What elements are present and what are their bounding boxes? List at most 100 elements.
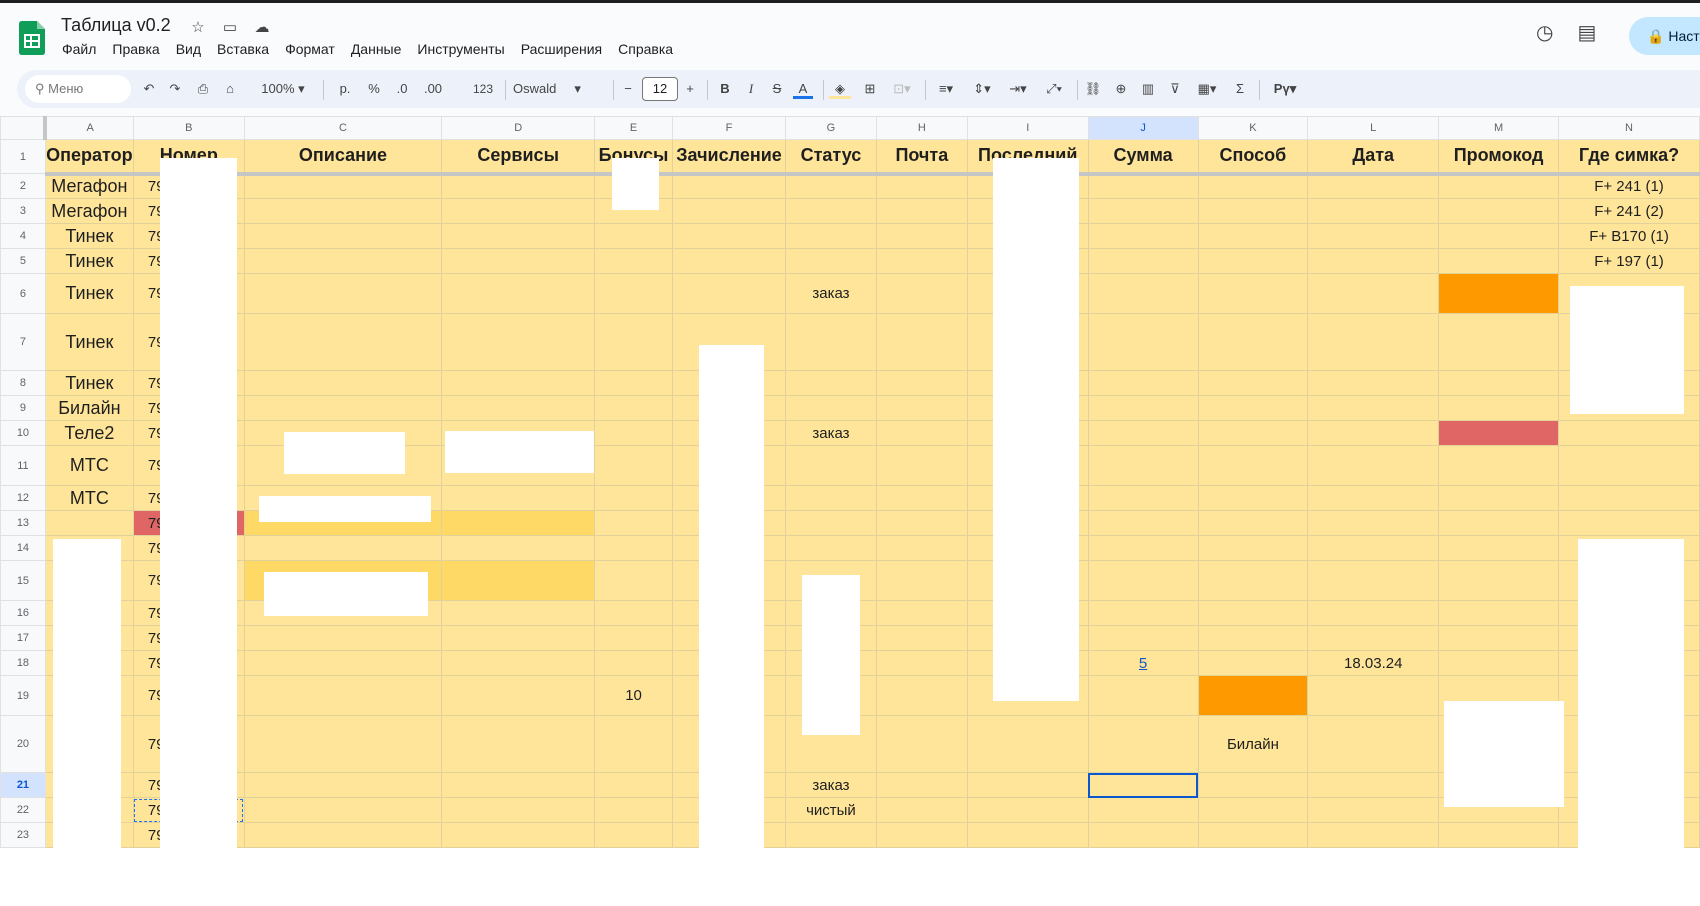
italic-button[interactable]: I	[741, 79, 761, 99]
cell-sum[interactable]	[1087, 173, 1199, 199]
cell-method[interactable]	[1197, 560, 1309, 601]
cell-promocode[interactable]	[1438, 485, 1559, 511]
row-number[interactable]: 21	[0, 772, 46, 798]
cell-sum[interactable]	[1087, 560, 1199, 601]
cell-bonuses[interactable]: 10	[594, 675, 674, 716]
cell-description[interactable]	[243, 198, 443, 224]
cell-promocode[interactable]	[1438, 313, 1559, 371]
cell-status[interactable]	[785, 313, 877, 371]
row-number[interactable]: 8	[0, 370, 46, 396]
menu-help[interactable]: Справка	[618, 41, 673, 57]
cell-promocode[interactable]	[1438, 273, 1559, 314]
cell-mail[interactable]	[875, 485, 968, 511]
sheets-logo-icon[interactable]	[19, 21, 45, 55]
row-number[interactable]: 15	[0, 560, 46, 601]
cell-method[interactable]	[1197, 248, 1309, 274]
cell-sum[interactable]	[1087, 248, 1199, 274]
insert-link-icon[interactable]: ⛓	[1083, 79, 1103, 99]
cell-date[interactable]	[1307, 395, 1440, 421]
cell-promocode[interactable]	[1438, 173, 1559, 199]
cell-promocode[interactable]	[1438, 395, 1559, 421]
menu-extensions[interactable]: Расширения	[521, 41, 602, 57]
cell-description[interactable]	[243, 650, 443, 676]
cell-sum[interactable]	[1087, 485, 1199, 511]
cell-promocode[interactable]	[1438, 420, 1559, 446]
column-header-a[interactable]: A	[44, 116, 134, 140]
cell-credit[interactable]	[672, 273, 786, 314]
menu-insert[interactable]: Вставка	[217, 41, 269, 57]
cell-sim-location[interactable]	[1558, 420, 1700, 446]
cell-mail[interactable]	[875, 510, 968, 536]
cell-mail[interactable]	[875, 370, 968, 396]
cell-date[interactable]	[1307, 273, 1440, 314]
cell-mail[interactable]	[875, 223, 968, 249]
cell-status[interactable]	[785, 445, 877, 486]
column-header-h[interactable]: H	[875, 116, 968, 140]
row-number[interactable]: 13	[0, 510, 46, 536]
cell-status[interactable]	[785, 248, 877, 274]
cell-operator[interactable]: Мегафон	[44, 173, 134, 199]
header-description[interactable]: Описание	[243, 139, 443, 176]
cell-description[interactable]	[243, 535, 443, 561]
cell-mail[interactable]	[875, 395, 968, 421]
row-number[interactable]: 5	[0, 248, 46, 274]
header-date[interactable]: Дата	[1307, 139, 1440, 176]
row-number[interactable]: 20	[0, 715, 46, 773]
cell-description[interactable]	[243, 395, 443, 421]
cell-method[interactable]	[1197, 535, 1309, 561]
font-select[interactable]: Oswald ▾	[513, 79, 603, 99]
cell-description[interactable]	[243, 772, 443, 798]
row-number[interactable]: 9	[0, 395, 46, 421]
cell-status[interactable]	[785, 485, 877, 511]
header-operator[interactable]: Оператор	[44, 139, 134, 176]
cell-date[interactable]	[1307, 173, 1440, 199]
cell-status[interactable]	[785, 370, 877, 396]
paint-format-icon[interactable]: ⌂	[220, 79, 240, 99]
cell-sim-location[interactable]: F+ 241 (1)	[1558, 173, 1700, 199]
cell-services[interactable]	[441, 395, 596, 421]
select-all-corner[interactable]	[0, 116, 48, 140]
cell-date[interactable]	[1307, 560, 1440, 601]
cell-credit[interactable]	[672, 173, 786, 199]
cell-bonuses[interactable]	[594, 625, 674, 651]
print-icon[interactable]: ⎙	[193, 79, 213, 99]
cell-method[interactable]	[1197, 198, 1309, 224]
cell-sum[interactable]	[1087, 772, 1199, 798]
cell-sum[interactable]	[1087, 445, 1199, 486]
cell-date[interactable]	[1307, 675, 1440, 716]
cell-status[interactable]	[785, 223, 877, 249]
merge-cells-icon[interactable]: ⊡▾	[887, 79, 917, 99]
cell-sum[interactable]	[1087, 313, 1199, 371]
menu-search-box[interactable]: ⚲ Меню	[25, 75, 131, 103]
row-number[interactable]: 12	[0, 485, 46, 511]
cell-sim-location[interactable]	[1558, 485, 1700, 511]
cell-date[interactable]	[1307, 313, 1440, 371]
zoom-select[interactable]: 100% ▾	[253, 79, 313, 99]
cell-sum[interactable]	[1087, 797, 1199, 823]
cell-date[interactable]	[1307, 535, 1440, 561]
cell-date[interactable]	[1307, 420, 1440, 446]
insert-comment-icon[interactable]: ⊕	[1111, 79, 1131, 99]
cell-credit[interactable]	[672, 223, 786, 249]
fill-color-icon[interactable]: ◈	[829, 79, 851, 99]
cell-method[interactable]: Билайн	[1197, 715, 1309, 773]
cell-status[interactable]: чистый	[785, 797, 877, 823]
cell-sum[interactable]	[1087, 223, 1199, 249]
cell-date[interactable]	[1307, 822, 1440, 848]
cell-bonuses[interactable]	[594, 772, 674, 798]
font-size-input[interactable]: 12	[642, 77, 678, 101]
share-button[interactable]: 🔒 Настройки Доступа	[1629, 17, 1700, 55]
row-number[interactable]: 1	[0, 139, 46, 174]
cell-description[interactable]	[243, 797, 443, 823]
cell-services[interactable]	[441, 198, 596, 224]
cell-services[interactable]	[441, 535, 596, 561]
row-number[interactable]: 23	[0, 822, 46, 848]
cell-promocode[interactable]	[1438, 198, 1559, 224]
cell-status[interactable]	[785, 822, 877, 848]
cell-promocode[interactable]	[1438, 535, 1559, 561]
cell-mail[interactable]	[875, 822, 968, 848]
spreadsheet-grid[interactable]: A B C D E F G H I J K L M N 1 Оператор Н…	[0, 116, 1700, 906]
font-size-increase-icon[interactable]: +	[682, 79, 698, 99]
text-color-button[interactable]: A	[793, 79, 813, 99]
cell-credit[interactable]	[672, 198, 786, 224]
